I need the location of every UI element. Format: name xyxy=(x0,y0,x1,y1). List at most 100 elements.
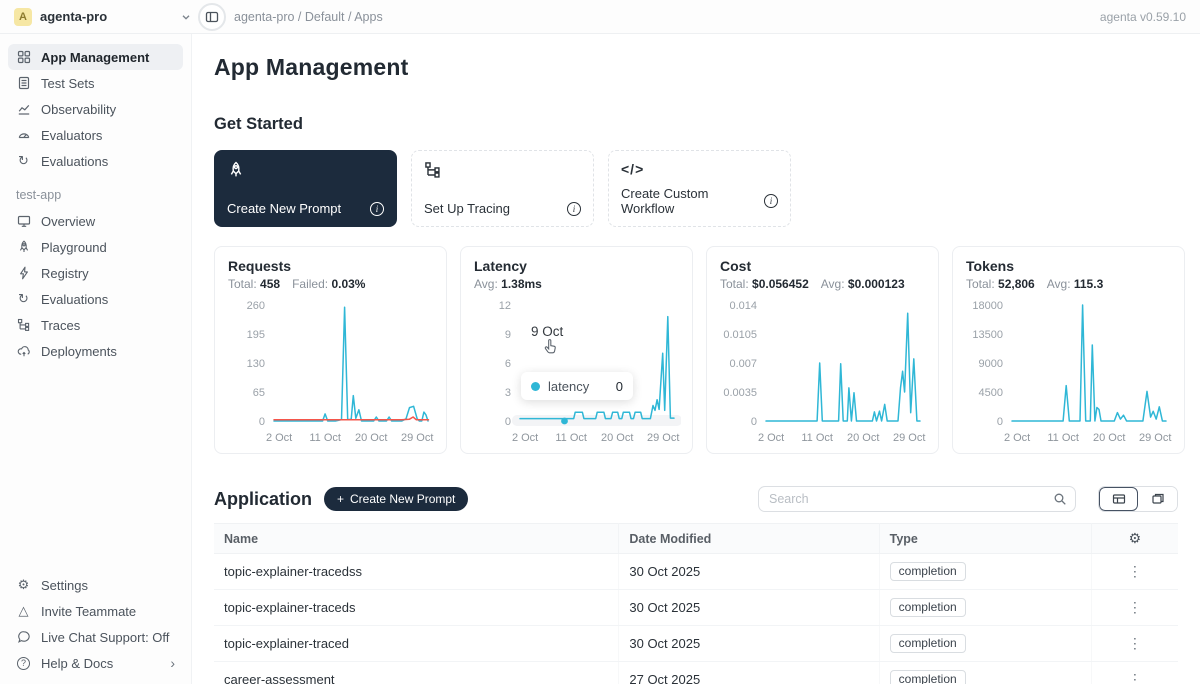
sidebar-item-test-sets[interactable]: Test Sets xyxy=(8,70,183,96)
app-name[interactable]: topic-explainer-traced xyxy=(214,626,619,662)
set-up-tracing-card[interactable]: Set Up Tracing i xyxy=(411,150,594,227)
refresh-icon: ↻ xyxy=(16,153,31,169)
svg-text:195: 195 xyxy=(247,329,265,341)
svg-text:65: 65 xyxy=(253,387,265,399)
type-badge: completion xyxy=(890,598,966,617)
column-header-date-modified[interactable]: Date Modified xyxy=(619,524,879,554)
workspace-selector[interactable]: A agenta-pro xyxy=(14,8,192,26)
svg-text:9: 9 xyxy=(505,329,511,341)
svg-text:12: 12 xyxy=(499,300,511,312)
sidebar-item-evaluators[interactable]: Evaluators xyxy=(8,122,183,148)
requests-card: Requests Total: 458 Failed: 0.03% 065130… xyxy=(214,246,447,454)
row-menu-icon[interactable]: ⋮ xyxy=(1128,599,1142,616)
table-row[interactable]: career-assessment 27 Oct 2025 completion… xyxy=(214,662,1178,684)
cost-card: Cost Total: $0.056452 Avg: $0.000123 00.… xyxy=(706,246,939,454)
chart-title: Tokens xyxy=(966,258,1171,274)
app-name[interactable]: career-assessment xyxy=(214,662,619,684)
sidebar: App Management Test Sets Observability E… xyxy=(0,34,192,684)
sidebar-item-deployments[interactable]: Deployments xyxy=(8,338,183,364)
trace-tree-icon xyxy=(16,318,31,332)
svg-text:29 Oct: 29 Oct xyxy=(893,432,925,444)
svg-text:20 Oct: 20 Oct xyxy=(847,432,879,444)
info-icon[interactable]: i xyxy=(567,202,581,216)
tokens-chart[interactable]: 04500900013500180002 Oct11 Oct20 Oct29 O… xyxy=(966,295,1171,452)
sidebar-item-settings[interactable]: ⚙ Settings xyxy=(8,572,183,598)
svg-text:4500: 4500 xyxy=(979,387,1003,399)
table-view-icon xyxy=(1112,492,1126,506)
table-view-button[interactable] xyxy=(1099,487,1138,511)
application-header: Application + Create New Prompt xyxy=(214,486,1178,512)
svg-text:0.0105: 0.0105 xyxy=(723,329,757,341)
chart-title: Latency xyxy=(474,258,679,274)
card-view-button[interactable] xyxy=(1138,487,1177,511)
sidebar-item-traces[interactable]: Traces xyxy=(8,312,183,338)
sidebar-item-label: Registry xyxy=(41,266,89,281)
sidebar-item-evaluations-app[interactable]: ↻ Evaluations xyxy=(8,286,183,312)
sidebar-item-invite-teammate[interactable]: △ Invite Teammate xyxy=(8,598,183,624)
type-badge: completion xyxy=(890,562,966,581)
app-name[interactable]: topic-explainer-tracedss xyxy=(214,554,619,590)
app-version: agenta v0.59.10 xyxy=(1100,10,1186,24)
row-menu-icon[interactable]: ⋮ xyxy=(1128,563,1142,580)
lightning-icon xyxy=(16,266,31,280)
series-dot xyxy=(531,382,540,391)
search-box xyxy=(758,486,1076,512)
info-icon[interactable]: i xyxy=(370,202,384,216)
chart-title: Cost xyxy=(720,258,925,274)
grid-icon xyxy=(16,50,31,64)
table-settings-gear-icon[interactable]: ⚙ xyxy=(1129,530,1142,547)
metrics-cards: Requests Total: 458 Failed: 0.03% 065130… xyxy=(214,246,1178,454)
svg-text:6: 6 xyxy=(505,358,511,370)
chart-stats: Avg: 1.38ms xyxy=(474,277,679,291)
sidebar-item-observability[interactable]: Observability xyxy=(8,96,183,122)
sidebar-item-overview[interactable]: Overview xyxy=(8,208,183,234)
svg-text:0.007: 0.007 xyxy=(729,358,757,370)
create-new-prompt-card[interactable]: Create New Prompt i xyxy=(214,150,397,227)
date-modified: 30 Oct 2025 xyxy=(619,590,879,626)
sidebar-item-label: Evaluators xyxy=(41,128,102,143)
app-name[interactable]: topic-explainer-traceds xyxy=(214,590,619,626)
search-input[interactable] xyxy=(769,492,1053,506)
sidebar-toggle-button[interactable] xyxy=(198,3,226,31)
sidebar-item-registry[interactable]: Registry xyxy=(8,260,183,286)
row-menu-icon[interactable]: ⋮ xyxy=(1128,635,1142,652)
sidebar-item-app-management[interactable]: App Management xyxy=(8,44,183,70)
column-header-name[interactable]: Name xyxy=(214,524,619,554)
chart-stats: Total: 52,806 Avg: 115.3 xyxy=(966,277,1171,291)
requests-chart[interactable]: 0651301952602 Oct11 Oct20 Oct29 Oct xyxy=(228,295,433,452)
sidebar-item-label: Settings xyxy=(41,578,88,593)
rocket-icon xyxy=(227,161,245,179)
row-menu-icon[interactable]: ⋮ xyxy=(1128,671,1142,684)
svg-text:20 Oct: 20 Oct xyxy=(601,432,633,444)
search-icon[interactable] xyxy=(1053,492,1067,506)
svg-text:20 Oct: 20 Oct xyxy=(1093,432,1125,444)
sidebar-item-help-docs[interactable]: ? Help & Docs › xyxy=(8,650,183,676)
svg-text:260: 260 xyxy=(247,300,265,312)
svg-text:2 Oct: 2 Oct xyxy=(758,432,784,444)
column-header-type[interactable]: Type xyxy=(879,524,1091,554)
workspace-name: agenta-pro xyxy=(40,9,172,24)
chart-tooltip: latency 0 xyxy=(521,372,633,400)
sidebar-item-live-chat[interactable]: Live Chat Support: Off xyxy=(8,624,183,650)
svg-text:0: 0 xyxy=(997,416,1003,428)
info-icon[interactable]: i xyxy=(764,194,778,208)
table-row[interactable]: topic-explainer-tracedss 30 Oct 2025 com… xyxy=(214,554,1178,590)
page-title: App Management xyxy=(214,54,1178,81)
view-toggle xyxy=(1098,486,1178,512)
svg-text:0: 0 xyxy=(259,416,265,428)
rocket-icon xyxy=(16,240,31,254)
sidebar-item-evaluations[interactable]: ↻ Evaluations xyxy=(8,148,183,174)
date-modified: 27 Oct 2025 xyxy=(619,662,879,684)
sidebar-item-playground[interactable]: Playground xyxy=(8,234,183,260)
table-row[interactable]: topic-explainer-traced 30 Oct 2025 compl… xyxy=(214,626,1178,662)
table-row[interactable]: topic-explainer-traceds 30 Oct 2025 comp… xyxy=(214,590,1178,626)
chart-stats: Total: $0.056452 Avg: $0.000123 xyxy=(720,277,925,291)
cost-chart[interactable]: 00.00350.0070.01050.0142 Oct11 Oct20 Oct… xyxy=(720,295,925,452)
gauge-icon xyxy=(16,128,31,142)
sidebar-item-label: Evaluations xyxy=(41,154,108,169)
create-custom-workflow-card[interactable]: </> Create Custom Workflow i xyxy=(608,150,791,227)
sidebar-item-label: Playground xyxy=(41,240,107,255)
list-icon xyxy=(16,76,31,90)
breadcrumb[interactable]: agenta-pro / Default / Apps xyxy=(234,10,1100,24)
create-new-prompt-button[interactable]: + Create New Prompt xyxy=(324,487,468,511)
